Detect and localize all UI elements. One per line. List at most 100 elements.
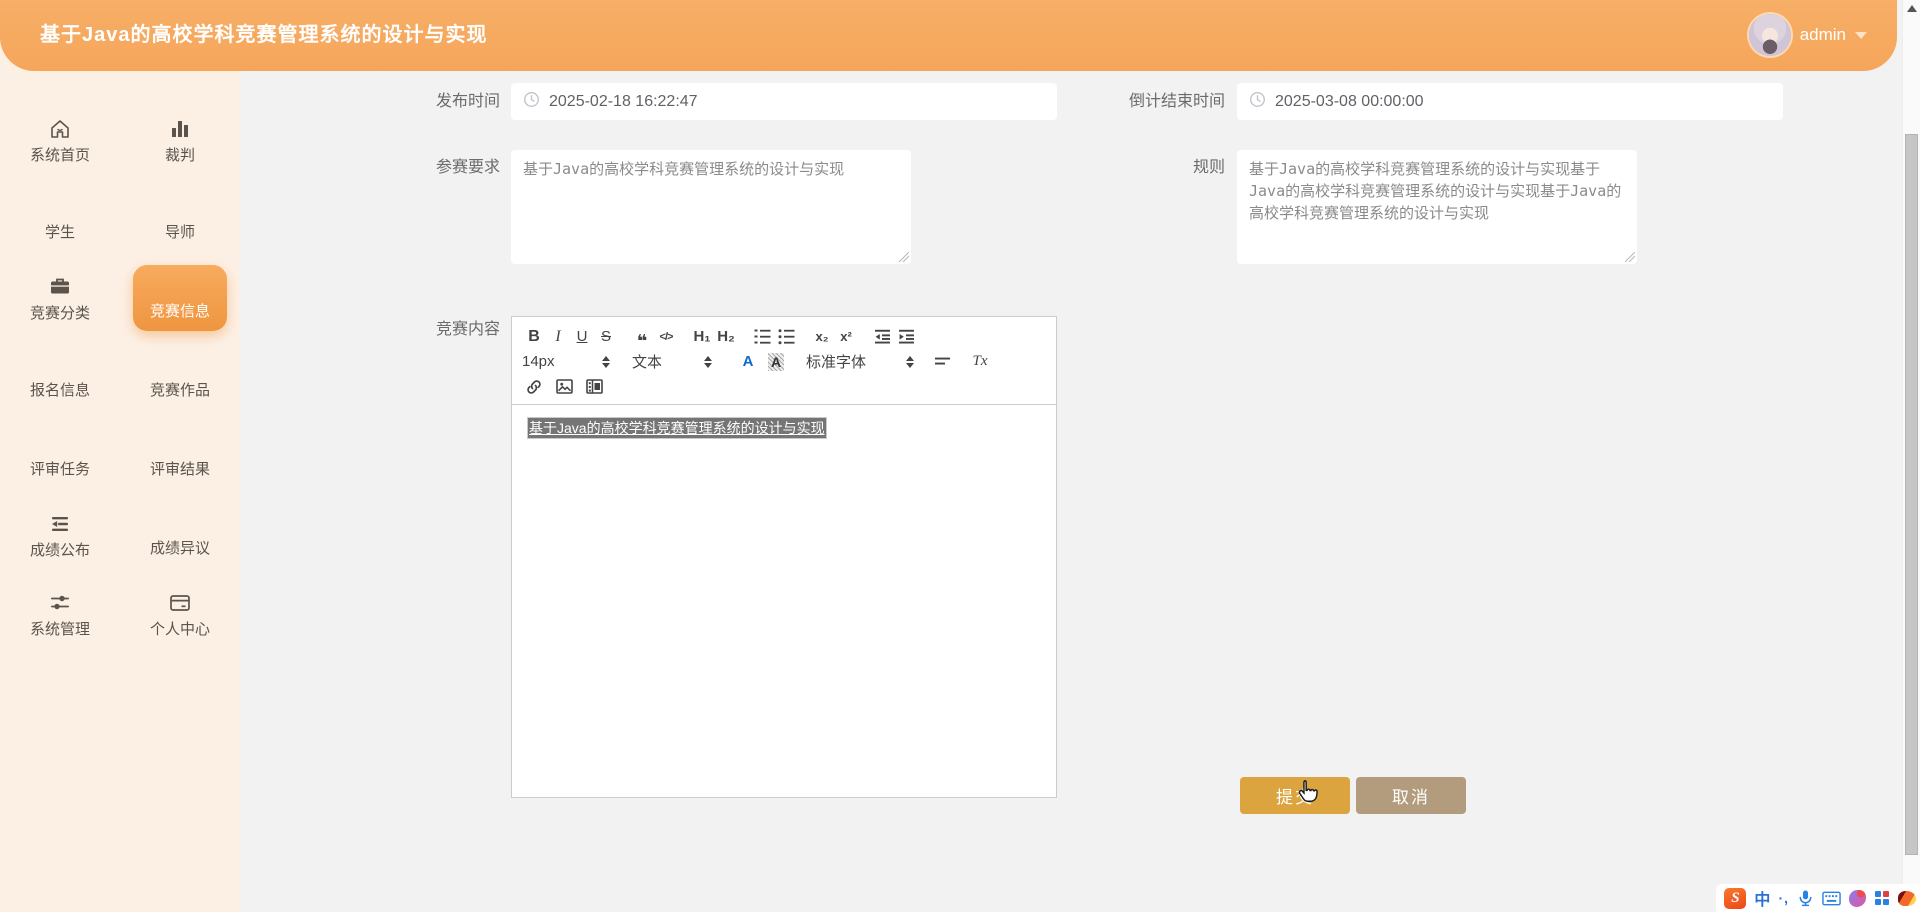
- underline-button[interactable]: U: [570, 325, 594, 349]
- emoji-icon[interactable]: [1898, 891, 1916, 906]
- resize-handle-icon[interactable]: [1625, 252, 1635, 262]
- sidebar-item-competition-info[interactable]: 竞赛信息: [133, 265, 227, 331]
- sidebar-item-judges[interactable]: 裁判: [120, 100, 240, 179]
- text-style-value: 文本: [632, 351, 662, 372]
- clock-icon: [1249, 91, 1266, 113]
- list-arrow-icon: [48, 512, 72, 536]
- bullet-list-icon[interactable]: [774, 325, 798, 349]
- rules-label: 规则: [1025, 158, 1225, 178]
- submit-button[interactable]: 提交: [1240, 777, 1350, 814]
- sidebar-item-home[interactable]: 系统首页: [0, 100, 120, 179]
- sidebar-item-registration-info[interactable]: 报名信息: [0, 337, 120, 416]
- sogou-logo-icon[interactable]: S: [1724, 888, 1746, 909]
- sidebar-item-label: 系统管理: [30, 622, 90, 637]
- italic-button[interactable]: I: [546, 325, 570, 349]
- publish-time-value: 2025-02-18 16:22:47: [549, 93, 698, 111]
- grid-icon: [170, 197, 191, 218]
- sidebar-item-students[interactable]: 学生: [0, 179, 120, 258]
- sidebar-item-label: 个人中心: [150, 622, 210, 637]
- content-editor: B I U S ❝ </> H₁ H₂ x₂ x²: [511, 316, 1057, 798]
- editor-toolbar: B I U S ❝ </> H₁ H₂ x₂ x²: [512, 317, 1056, 405]
- blockquote-button[interactable]: ❝: [630, 325, 654, 349]
- ordered-list-icon[interactable]: [750, 325, 774, 349]
- sidebar-item-label: 评审结果: [150, 462, 210, 477]
- font-family-picker[interactable]: 标准字体: [806, 351, 914, 372]
- page-title: 基于Java的高校学科竞赛管理系统的设计与实现: [40, 0, 488, 71]
- avatar[interactable]: [1749, 14, 1791, 56]
- updown-arrows-icon: [602, 356, 610, 368]
- sidebar-item-label: 导师: [165, 225, 195, 240]
- sidebar-item-review-tasks[interactable]: 评审任务: [0, 416, 120, 495]
- bold-button[interactable]: B: [522, 325, 546, 349]
- sidebar-item-label: 学生: [45, 225, 75, 240]
- sidebar-item-score-dispute[interactable]: 成绩异议: [120, 495, 240, 574]
- sidebar-item-personal-center[interactable]: 个人中心: [120, 574, 240, 653]
- keyboard-icon[interactable]: [1822, 891, 1841, 906]
- username: admin: [1800, 25, 1846, 45]
- ime-taskbar: S 中 ·,: [1716, 884, 1920, 912]
- outdent-icon[interactable]: [870, 325, 894, 349]
- sidebar-item-label: 竞赛分类: [30, 306, 90, 321]
- background-color-button[interactable]: A: [764, 350, 788, 374]
- rules-textarea[interactable]: 基于Java的高校学科竞赛管理系统的设计与实现基于Java的高校学科竞赛管理系统…: [1237, 150, 1637, 264]
- sidebar-item-system-manage[interactable]: 系统管理: [0, 574, 120, 653]
- grid-icon: [170, 434, 191, 455]
- font-size-picker[interactable]: 14px: [522, 353, 610, 370]
- sidebar-item-label: 成绩公布: [30, 543, 90, 558]
- background-color-label: A: [768, 353, 784, 371]
- sidebar-item-label: 竞赛作品: [150, 383, 210, 398]
- card-icon: [168, 591, 192, 615]
- clock-icon: [523, 91, 540, 113]
- skin-icon[interactable]: [1849, 890, 1866, 907]
- code-block-button[interactable]: </>: [654, 325, 678, 349]
- scroll-up-arrow-icon[interactable]: [1907, 5, 1917, 12]
- header1-button[interactable]: H₁: [690, 325, 714, 349]
- requirements-label: 参赛要求: [300, 158, 500, 178]
- updown-arrows-icon: [704, 356, 712, 368]
- cancel-button[interactable]: 取消: [1356, 777, 1466, 814]
- video-icon[interactable]: [582, 375, 606, 399]
- font-size-value: 14px: [522, 353, 555, 370]
- scrollbar-thumb[interactable]: [1905, 134, 1918, 855]
- sidebar-item-competition-works[interactable]: 竞赛作品: [120, 337, 240, 416]
- superscript-button[interactable]: x²: [834, 325, 858, 349]
- sidebar-item-label: 成绩异议: [150, 541, 210, 556]
- grid-icon: [50, 355, 71, 376]
- indent-icon[interactable]: [894, 325, 918, 349]
- resize-handle-icon[interactable]: [899, 252, 909, 262]
- updown-arrows-icon: [906, 356, 914, 368]
- text-color-button[interactable]: A: [736, 350, 760, 374]
- sidebar-item-label: 竞赛信息: [150, 304, 210, 319]
- sidebar-item-competition-category[interactable]: 竞赛分类: [0, 258, 120, 337]
- chinese-mode-icon[interactable]: 中: [1754, 886, 1770, 910]
- image-icon[interactable]: [552, 375, 576, 399]
- text-style-picker[interactable]: 文本: [632, 351, 712, 372]
- scrollbar[interactable]: [1902, 0, 1920, 912]
- editor-content-area[interactable]: 基于Java的高校学科竞赛管理系统的设计与实现: [512, 405, 1056, 451]
- sidebar-item-score-publish[interactable]: 成绩公布: [0, 495, 120, 574]
- sidebar-item-mentors[interactable]: 导师: [120, 179, 240, 258]
- content-label: 竞赛内容: [300, 320, 500, 340]
- clear-format-button[interactable]: Tx: [968, 350, 992, 374]
- publish-time-input[interactable]: 2025-02-18 16:22:47: [511, 83, 1057, 120]
- requirements-textarea[interactable]: 基于Java的高校学科竞赛管理系统的设计与实现: [511, 150, 911, 264]
- chevron-down-icon: [1855, 32, 1867, 39]
- font-family-value: 标准字体: [806, 351, 866, 372]
- end-time-input[interactable]: 2025-03-08 00:00:00: [1237, 83, 1783, 120]
- header2-button[interactable]: H₂: [714, 325, 738, 349]
- apps-grid-icon[interactable]: [1874, 890, 1890, 906]
- user-menu[interactable]: admin: [1749, 14, 1867, 56]
- sidebar-item-review-results[interactable]: 评审结果: [120, 416, 240, 495]
- grid-icon: [170, 276, 191, 297]
- align-icon[interactable]: [930, 350, 954, 374]
- grid-icon: [170, 513, 191, 534]
- strikethrough-button[interactable]: S: [594, 325, 618, 349]
- subscript-button[interactable]: x₂: [810, 325, 834, 349]
- microphone-icon[interactable]: [1797, 889, 1814, 907]
- grid-icon: [50, 197, 71, 218]
- sidebar-item-label: 报名信息: [30, 383, 90, 398]
- punctuation-icon[interactable]: ·,: [1778, 890, 1789, 906]
- briefcase-icon: [48, 275, 72, 299]
- link-icon[interactable]: [522, 375, 546, 399]
- editor-selected-text: 基于Java的高校学科竞赛管理系统的设计与实现: [528, 418, 826, 438]
